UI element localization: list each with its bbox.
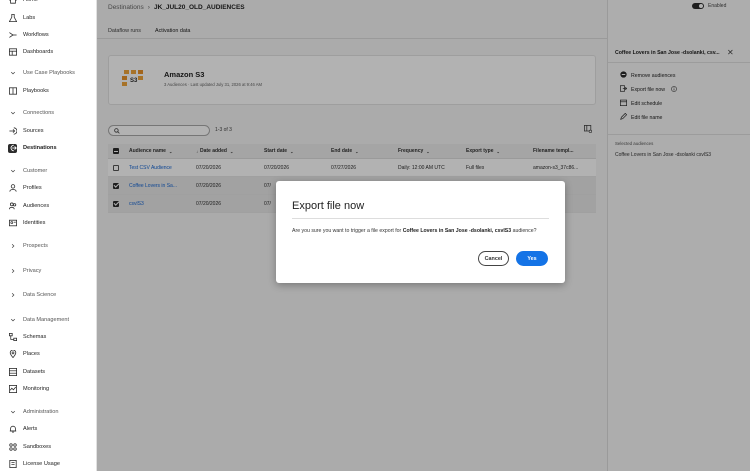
- book-icon: [8, 87, 17, 96]
- sidebar-item-label: Audiences: [23, 203, 50, 209]
- dashboard-icon: [8, 48, 17, 57]
- sidebar-item-label: Data Science: [23, 292, 57, 298]
- sidebar-item-destinations[interactable]: Destinations: [0, 141, 96, 155]
- sidebar-item-monitoring[interactable]: Monitoring: [0, 382, 96, 396]
- sidebar-item-label: Prospects: [23, 243, 48, 249]
- cancel-button[interactable]: Cancel: [478, 251, 509, 266]
- chevron-down-icon: [8, 109, 17, 118]
- sandbox-icon: [8, 443, 17, 452]
- sidebar-item-label: Destinations: [23, 145, 57, 151]
- sidebar-item-datasets[interactable]: Datasets: [0, 365, 96, 379]
- sidebar-item-label: Places: [23, 351, 40, 357]
- chevron-right-icon: [8, 267, 17, 276]
- sidebar-item-label: Monitoring: [23, 386, 50, 392]
- sidebar-item-places[interactable]: Places: [0, 347, 96, 361]
- sidebar-item-audiences[interactable]: Audiences: [0, 199, 96, 213]
- sidebar-item-data-science[interactable]: Data Science: [0, 288, 96, 302]
- home-icon: [8, 0, 17, 5]
- sidebar-item-label: Playbooks: [23, 88, 49, 94]
- export-file-dialog: Export file now Are you sure you want to…: [276, 181, 565, 283]
- sidebar-item-label: Administration: [23, 409, 59, 415]
- sidebar-item-label: License Usage: [23, 461, 61, 467]
- chevron-down-icon: [8, 408, 17, 417]
- license-icon: [8, 460, 17, 469]
- bell-icon: [8, 425, 17, 434]
- sidebar-item-profiles[interactable]: Profiles: [0, 181, 96, 195]
- dataset-icon: [8, 368, 17, 377]
- sidebar-item-label: Customer: [23, 168, 48, 174]
- sidebar-item-schemas[interactable]: Schemas: [0, 330, 96, 344]
- destinations-icon: [8, 143, 17, 153]
- workflow-icon: [8, 31, 17, 40]
- sidebar-item-identities[interactable]: Identities: [0, 216, 96, 230]
- sidebar-item-privacy[interactable]: Privacy: [0, 264, 96, 278]
- sidebar-item-label: Alerts: [23, 426, 38, 432]
- identities-icon: [8, 219, 17, 228]
- sidebar-item-label: Home: [23, 0, 38, 3]
- chevron-right-icon: [8, 291, 17, 300]
- schema-icon: [8, 333, 17, 342]
- chevron-right-icon: [8, 242, 17, 251]
- sidebar-item-label: Connections: [23, 110, 55, 116]
- pin-icon: [8, 350, 17, 359]
- sidebar-item-label: Profiles: [23, 185, 42, 191]
- profile-icon: [8, 184, 17, 193]
- sidebar-item-sources[interactable]: Sources: [0, 124, 96, 138]
- sidebar-item-label: Dashboards: [23, 49, 54, 55]
- sidebar-item-administration[interactable]: Administration: [0, 405, 96, 419]
- dialog-divider: [292, 218, 549, 219]
- dialog-title: Export file now: [292, 200, 365, 212]
- sidebar-item-home[interactable]: Home: [0, 0, 96, 7]
- yes-button[interactable]: Yes: [516, 251, 548, 266]
- sidebar-item-label: Sources: [23, 128, 44, 134]
- sidebar-nav: Home Labs Workflows Dashboards Use Case Play…: [0, 0, 97, 471]
- sidebar-item-use-case-playbooks[interactable]: Use Case Playbooks: [0, 66, 96, 80]
- monitoring-icon: [8, 385, 17, 394]
- chevron-down-icon: [8, 69, 17, 78]
- sidebar-item-alerts[interactable]: Alerts: [0, 422, 96, 436]
- sidebar-item-data-management[interactable]: Data Management: [0, 313, 96, 327]
- sidebar-item-label: Workflows: [23, 32, 49, 38]
- audiences-icon: [8, 202, 17, 211]
- chevron-down-icon: [8, 167, 17, 176]
- sidebar-item-workflows[interactable]: Workflows: [0, 28, 96, 42]
- sidebar-item-customer[interactable]: Customer: [0, 164, 96, 178]
- sidebar-item-label: Use Case Playbooks: [23, 70, 75, 76]
- chevron-down-icon: [8, 316, 17, 325]
- sidebar-item-label: Data Management: [23, 317, 70, 323]
- sidebar-item-label: Sandboxes: [23, 444, 51, 450]
- sidebar-item-label: Datasets: [23, 369, 46, 375]
- flask-icon: [8, 14, 17, 23]
- sidebar-item-connections[interactable]: Connections: [0, 106, 96, 120]
- dialog-message: Are you sure you want to trigger a file …: [292, 228, 537, 234]
- sidebar-item-prospects[interactable]: Prospects: [0, 239, 96, 253]
- sidebar-item-label: Schemas: [23, 334, 47, 340]
- sidebar-item-sandboxes[interactable]: Sandboxes: [0, 440, 96, 454]
- sidebar-item-label: Labs: [23, 15, 36, 21]
- sidebar-item-dashboards[interactable]: Dashboards: [0, 45, 96, 59]
- sidebar-item-playbooks[interactable]: Playbooks: [0, 84, 96, 98]
- sidebar-item-license-usage[interactable]: License Usage: [0, 457, 96, 471]
- sidebar-item-labs[interactable]: Labs: [0, 11, 96, 25]
- sidebar-item-label: Privacy: [23, 268, 42, 274]
- sources-icon: [8, 127, 17, 136]
- dialog-audience-names: Coffee Lovers in San Jose -dsolanki, csv…: [402, 228, 512, 234]
- sidebar-item-label: Identities: [23, 220, 46, 226]
